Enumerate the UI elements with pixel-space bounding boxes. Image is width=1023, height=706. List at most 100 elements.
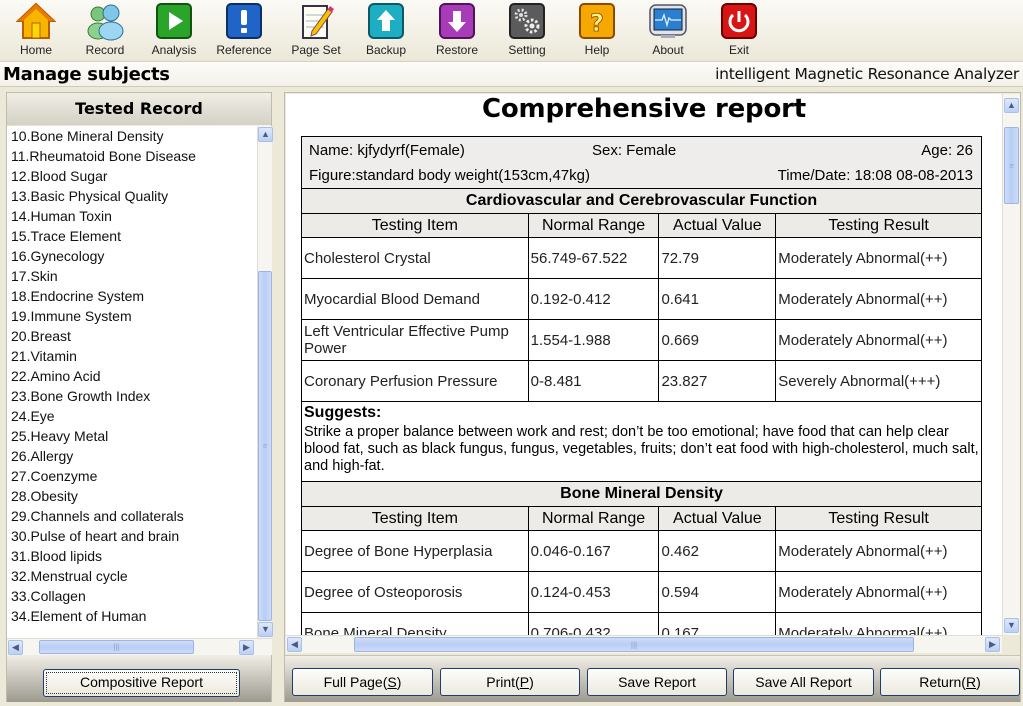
tested-record-item[interactable]: 11.Rheumatoid Bone Disease: [7, 146, 257, 166]
column-header: Actual Value: [658, 213, 777, 238]
toolbar-home-label: Home: [19, 43, 52, 57]
scroll-up-arrow-icon[interactable]: ▲: [1004, 98, 1019, 113]
toolbar-exit-button[interactable]: Exit: [704, 1, 774, 61]
tested-record-item[interactable]: 12.Blood Sugar: [7, 166, 257, 186]
tested-record-item[interactable]: 17.Skin: [7, 266, 257, 286]
tested-record-item[interactable]: 30.Pulse of heart and brain: [7, 526, 257, 546]
table-row: Degree of Osteoporosis 0.124-0.453 0.594 Mo…: [301, 571, 982, 613]
normal-range: 0.192-0.412: [527, 278, 660, 320]
toolbar-record-button[interactable]: Record: [70, 1, 140, 61]
tested-record-item[interactable]: 34.Element of Human: [7, 606, 257, 626]
tested-record-item[interactable]: 22.Amino Acid: [7, 366, 257, 386]
normal-range: 0-8.481: [527, 360, 660, 402]
tested-record-item[interactable]: 33.Collagen: [7, 586, 257, 606]
column-header-row: Testing Item Normal Range Actual Value Test…: [301, 506, 982, 531]
actual-value: 72.79: [658, 237, 777, 279]
scrollbar-thumb[interactable]: ≡: [258, 271, 272, 621]
tested-record-horizontal-scrollbar[interactable]: ◀ ||| ▶: [7, 638, 272, 655]
toolbar-exit-label: Exit: [728, 43, 749, 57]
tested-record-item[interactable]: 23.Bone Growth Index: [7, 386, 257, 406]
toolbar-about-button[interactable]: About: [633, 1, 703, 61]
tested-record-list[interactable]: 10.Bone Mineral Density 11.Rheumatoid Bon…: [7, 126, 257, 638]
toolbar-backup-button[interactable]: Backup: [351, 1, 421, 61]
tested-record-item[interactable]: 31.Blood lipids: [7, 546, 257, 566]
subject-figure: Figure:standard body weight(153cm,47kg): [309, 166, 590, 184]
tested-record-item[interactable]: 28.Obesity: [7, 486, 257, 506]
print-label: Print(: [486, 674, 520, 690]
subject-info-line-2: Figure:standard body weight(153cm,47kg) …: [301, 162, 982, 189]
toolbar-pageset-button[interactable]: Page Set: [281, 1, 351, 61]
toolbar-help-button[interactable]: ? Help: [562, 1, 632, 61]
tested-record-item[interactable]: 13.Basic Physical Quality: [7, 186, 257, 206]
report-horizontal-scrollbar[interactable]: ◀ ||| ▶: [286, 635, 1002, 653]
svg-text:?: ?: [590, 9, 604, 37]
toolbar-analysis-label: Analysis: [151, 43, 197, 57]
toolbar-pageset-label: Page Set: [291, 43, 341, 57]
tested-record-item[interactable]: 25.Heavy Metal: [7, 426, 257, 446]
scroll-left-arrow-icon[interactable]: ◀: [8, 640, 23, 655]
tested-record-item[interactable]: 24.Eye: [7, 406, 257, 426]
gears-icon: [509, 3, 545, 39]
report-title: Comprehensive report: [482, 94, 806, 124]
toolbar-analysis-button[interactable]: Analysis: [139, 1, 209, 61]
report-table: Name: kjfydyrf(Female) Sex: Female Age: …: [301, 136, 982, 635]
report-view: Comprehensive report Name: kjfydyrf(Fema…: [286, 94, 1002, 635]
testing-result: Moderately Abnormal(++): [775, 319, 982, 361]
tested-record-item[interactable]: 18.Endocrine System: [7, 286, 257, 306]
toolbar-setting-button[interactable]: Setting: [492, 1, 562, 61]
report-vertical-scrollbar[interactable]: ▲ ≡ ▼: [1002, 94, 1020, 635]
scrollbar-thumb[interactable]: ≡: [1004, 127, 1019, 204]
tested-record-item[interactable]: 15.Trace Element: [7, 226, 257, 246]
column-header: Testing Result: [775, 506, 982, 531]
compositive-report-button[interactable]: Compositive Report: [43, 669, 240, 697]
download-arrow-icon: [439, 3, 475, 39]
tested-record-item[interactable]: 10.Bone Mineral Density: [7, 126, 257, 146]
page-title: Manage subjects: [3, 64, 170, 85]
grip-icon: |||: [630, 640, 638, 649]
scroll-down-arrow-icon[interactable]: ▼: [258, 622, 273, 637]
question-icon: ?: [579, 3, 615, 39]
title-bar: Manage subjects intelligent Magnetic Res…: [0, 62, 1023, 87]
toolbar-home-button[interactable]: Home: [1, 1, 71, 61]
suggests-text: Strike a proper balance between work and…: [301, 423, 982, 482]
grip-icon: ≡: [262, 441, 268, 451]
tested-record-vertical-scrollbar[interactable]: ▲ ≡ ▼: [257, 126, 273, 638]
scroll-right-arrow-icon[interactable]: ▶: [985, 637, 1000, 652]
toolbar-record-label: Record: [85, 43, 125, 57]
actual-value: 0.462: [658, 530, 777, 572]
scroll-left-arrow-icon[interactable]: ◀: [287, 637, 302, 652]
scroll-right-arrow-icon[interactable]: ▶: [239, 640, 254, 655]
tested-record-item[interactable]: 29.Channels and collaterals: [7, 506, 257, 526]
play-icon: [156, 3, 192, 39]
return-button[interactable]: Return(R): [880, 668, 1020, 696]
scroll-down-arrow-icon[interactable]: ▼: [1004, 618, 1019, 633]
save-all-report-button[interactable]: Save All Report: [733, 668, 874, 696]
scroll-up-arrow-icon[interactable]: ▲: [258, 127, 273, 142]
actual-value: 0.594: [658, 571, 777, 613]
toolbar-setting-label: Setting: [508, 43, 546, 57]
tested-record-title: Tested Record: [7, 93, 271, 125]
tested-record-item[interactable]: 14.Human Toxin: [7, 206, 257, 226]
return-label-end: ): [976, 674, 981, 690]
scrollbar-thumb[interactable]: |||: [39, 640, 194, 654]
tested-record-item[interactable]: 32.Menstrual cycle: [7, 566, 257, 586]
report-panel: Comprehensive report Name: kjfydyrf(Fema…: [284, 92, 1021, 702]
save-report-button[interactable]: Save Report: [587, 668, 727, 696]
testing-item: Myocardial Blood Demand: [301, 278, 529, 320]
tested-record-item[interactable]: 27.Coenzyme: [7, 466, 257, 486]
table-row: Degree of Bone Hyperplasia 0.046-0.167 0.4…: [301, 530, 982, 572]
power-icon: [721, 3, 757, 39]
column-header: Testing Result: [775, 213, 982, 238]
tested-record-item[interactable]: 16.Gynecology: [7, 246, 257, 266]
toolbar-reference-button[interactable]: Reference: [209, 1, 279, 61]
toolbar-reference-label: Reference: [216, 43, 272, 57]
toolbar-restore-button[interactable]: Restore: [422, 1, 492, 61]
scrollbar-thumb[interactable]: |||: [354, 637, 914, 652]
full-page-button[interactable]: Full Page(S): [292, 668, 433, 696]
tested-record-item[interactable]: 21.Vitamin: [7, 346, 257, 366]
print-button[interactable]: Print(P): [440, 668, 580, 696]
tested-record-item[interactable]: 26.Allergy: [7, 446, 257, 466]
tested-record-item[interactable]: 19.Immune System: [7, 306, 257, 326]
tested-record-item[interactable]: 20.Breast: [7, 326, 257, 346]
subject-name: Name: kjfydyrf(Female): [309, 142, 465, 159]
